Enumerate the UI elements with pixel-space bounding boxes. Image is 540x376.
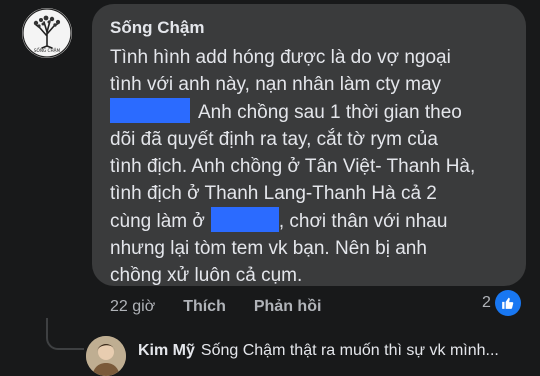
comment-author[interactable]: Sống Chậm: [110, 18, 512, 38]
comment-line-text: Anh chồng sau 1 thời gian theo: [198, 102, 462, 123]
comment-line: nhưng lại tòm tem vk bạn. Nên bị anh: [110, 238, 427, 259]
comment-line: tình địch ở Thanh Lang-Thanh Hà cả 2: [110, 183, 437, 204]
reply-button[interactable]: Phản hồi: [254, 298, 322, 316]
comment-line: dõi đã quyết định ra tay, cắt tờ rym của: [110, 129, 438, 150]
comment-line-text: , chơi thân với nhau: [278, 211, 448, 232]
reply-avatar[interactable]: [86, 336, 126, 376]
reply-text: Sống Chậm thật ra muốn thì sự vk mình...: [200, 342, 499, 359]
redaction-box: [210, 207, 279, 232]
thumbs-up-icon: [494, 290, 521, 316]
comment-bubble: Sống Chậm Tình hình add hóng được là do …: [92, 4, 526, 286]
reply-preview[interactable]: Kim Mỹ Sống Chậm thật ra muốn thì sự vk m…: [138, 342, 499, 360]
comment-body: Tình hình add hóng được là do vợ ngoại t…: [110, 44, 512, 289]
comment-line-text: cùng làm ở: [110, 211, 205, 232]
comment-actions: 22 giờ Thích Phản hồi: [110, 298, 321, 316]
comment-line: tình địch. Anh chồng ở Tân Việt- Thanh H…: [110, 156, 476, 177]
reaction-count: 2: [482, 294, 491, 311]
author-avatar[interactable]: SỐNG CHẬM: [22, 8, 72, 58]
reaction-summary[interactable]: 2: [482, 290, 521, 316]
comment-line: tình với anh này, nạn nhân làm cty may: [110, 74, 442, 95]
avatar-label: SỐNG CHẬM: [34, 48, 61, 53]
reply-author[interactable]: Kim Mỹ: [138, 342, 195, 359]
comment-line: chồng xử luôn cả cụm.: [110, 265, 303, 286]
comment-line: cùng làm ở , chơi thân với nhau: [110, 207, 512, 235]
like-button[interactable]: Thích: [183, 298, 226, 316]
tree-logo-icon: SỐNG CHẬM: [22, 8, 72, 58]
redaction-box: [110, 98, 190, 123]
person-photo-icon: [86, 336, 126, 376]
comment-line: Anh chồng sau 1 thời gian theo: [110, 98, 512, 126]
comment-line: Tình hình add hóng được là do vợ ngoại: [110, 47, 451, 68]
reply-thread-line: [46, 318, 84, 350]
comment-time[interactable]: 22 giờ: [110, 298, 155, 316]
